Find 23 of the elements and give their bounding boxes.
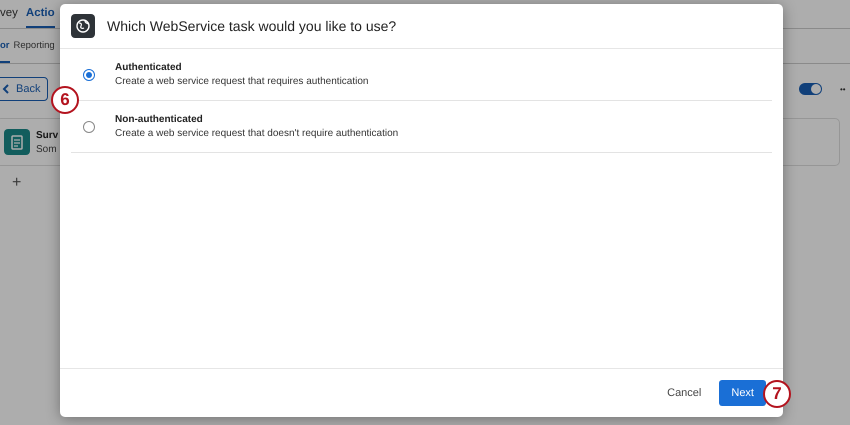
sub-tab[interactable]: or: [0, 29, 10, 63]
option-title: Non-authenticated: [115, 114, 204, 125]
more-button[interactable]: ••: [840, 84, 848, 94]
dialog-title: Which WebService task would you like to use?: [107, 18, 396, 34]
cancel-button[interactable]: Cancel: [661, 381, 708, 405]
option-description: Create a web service request that requires authentication: [115, 76, 368, 87]
step-callout: 6: [51, 86, 79, 114]
radio-button[interactable]: [83, 68, 95, 80]
clipboard-icon: [4, 129, 30, 155]
step-callout: 7: [763, 380, 791, 408]
sub-tab[interactable]: Reporting: [14, 29, 55, 63]
chevron-left-icon: [2, 84, 10, 94]
nav-tab[interactable]: Actio: [26, 0, 55, 28]
next-button[interactable]: Next: [719, 380, 766, 406]
card-title: Surv: [36, 130, 58, 140]
option-description: Create a web service request that doesn't require authentication: [115, 128, 398, 139]
globe-icon: [71, 14, 95, 38]
radio-button[interactable]: [83, 120, 95, 132]
back-button[interactable]: Back: [0, 77, 48, 101]
option-title: Authenticated: [115, 62, 183, 73]
toggle-switch[interactable]: [799, 83, 822, 95]
nav-tab[interactable]: vey: [0, 0, 18, 28]
card-subtitle: Som: [36, 144, 58, 154]
